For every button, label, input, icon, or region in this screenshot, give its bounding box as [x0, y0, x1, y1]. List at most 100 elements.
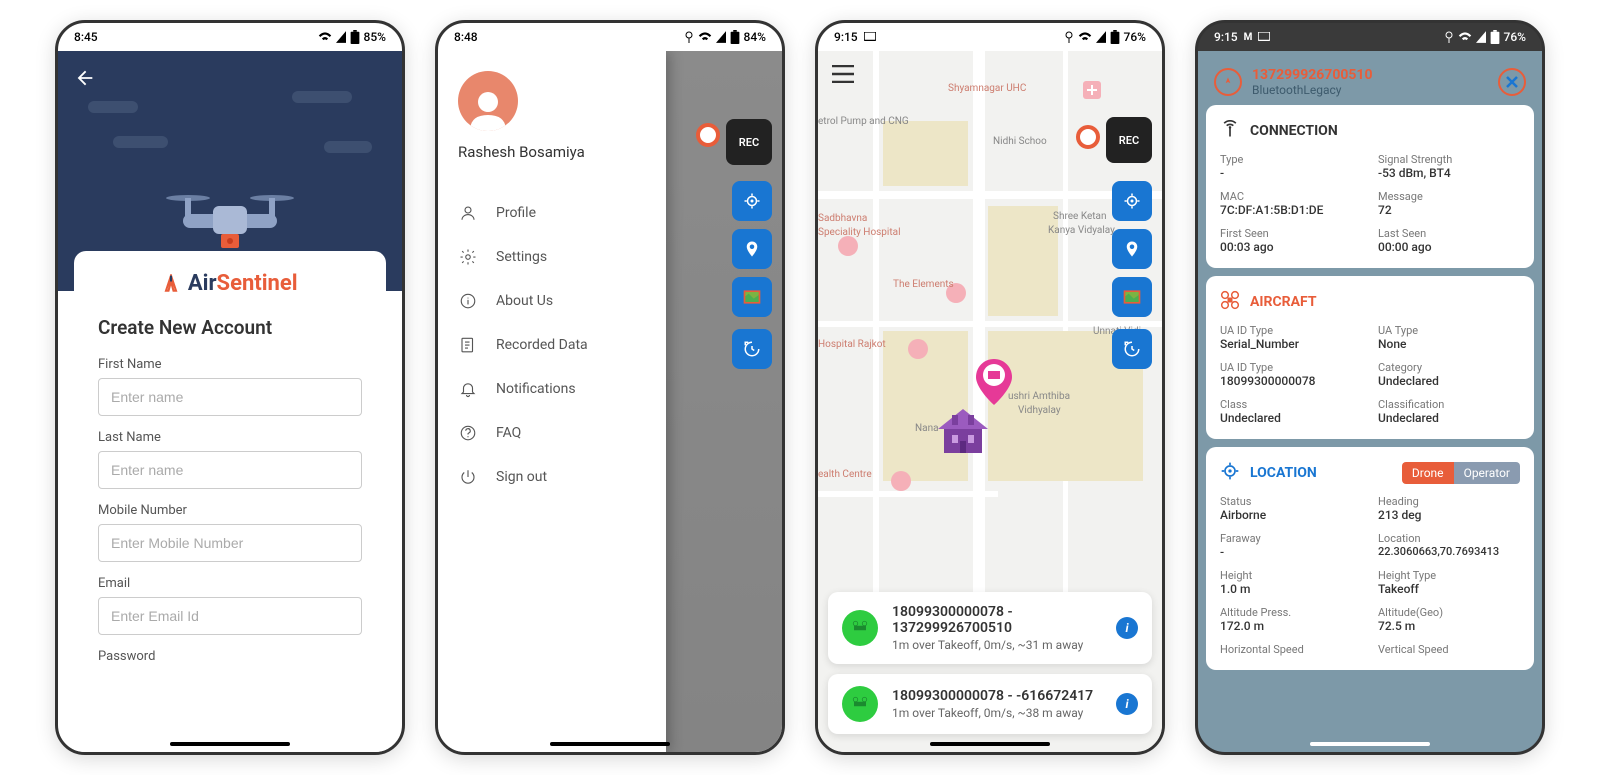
status-time: 9:15 — [834, 30, 858, 44]
email-input[interactable] — [98, 597, 362, 635]
status-time: 8:45 — [74, 30, 98, 44]
drone-card[interactable]: 18099300000078 - -616672417 1m over Take… — [828, 674, 1152, 734]
avatar[interactable] — [458, 71, 518, 131]
drone-map-pin-icon[interactable] — [976, 359, 1012, 405]
map-poi-label: Nidhi Schoo — [993, 136, 1047, 147]
menu-button[interactable] — [832, 65, 854, 87]
layers-button[interactable] — [732, 277, 772, 317]
map-poi-label: etrol Pump and CNG — [818, 116, 909, 127]
location-icon — [1064, 31, 1074, 43]
battery-icon — [1490, 30, 1500, 44]
location-icon — [684, 31, 694, 43]
drone-title: 137299926700510 — [892, 620, 1083, 636]
history-button[interactable] — [1112, 329, 1152, 369]
locate-button[interactable] — [732, 181, 772, 221]
pin-button[interactable] — [1112, 229, 1152, 269]
antenna-icon — [1220, 119, 1240, 143]
info-button[interactable]: i — [1116, 617, 1138, 639]
detail-header: 137299926700510 BluetoothLegacy — [1206, 59, 1534, 105]
menu-settings[interactable]: Settings — [458, 235, 646, 279]
drone-list: 18099300000078 - 137299926700510 1m over… — [828, 592, 1152, 734]
status-time: 9:15 — [1214, 30, 1238, 44]
password-label: Password — [98, 649, 362, 664]
drone-title: 18099300000078 - -616672417 — [892, 688, 1093, 704]
drone-status-icon — [842, 610, 878, 646]
drone-section-icon — [1220, 290, 1240, 314]
email-label: Email — [98, 576, 362, 591]
home-indicator[interactable] — [550, 742, 670, 746]
mobile-input[interactable] — [98, 524, 362, 562]
location-toggle: Drone Operator — [1402, 462, 1520, 484]
status-bar: 9:15 76% — [818, 23, 1162, 51]
toggle-drone[interactable]: Drone — [1402, 462, 1454, 484]
wifi-icon — [1078, 31, 1092, 43]
menu-about[interactable]: About Us — [458, 279, 646, 323]
first-name-input[interactable] — [98, 378, 362, 416]
drone-subtitle: 1m over Takeoff, 0m/s, ~31 m away — [892, 638, 1083, 652]
home-indicator[interactable] — [170, 742, 290, 746]
bell-icon — [458, 379, 478, 399]
navigation-drawer: Rashesh Bosamiya Profile Settings About … — [438, 51, 666, 752]
drone-card[interactable]: 18099300000078 - 137299926700510 1m over… — [828, 592, 1152, 664]
cast-icon — [1258, 32, 1270, 42]
map-poi-label: Shree Ketan — [1053, 211, 1107, 222]
toggle-operator[interactable]: Operator — [1454, 462, 1520, 484]
locate-button[interactable] — [1112, 181, 1152, 221]
status-right: 76% — [1064, 30, 1146, 44]
menu-profile[interactable]: Profile — [458, 191, 646, 235]
battery-icon — [1110, 30, 1120, 44]
menu-recorded[interactable]: Recorded Data — [458, 323, 646, 367]
map-poi-label: Hospital Rajkot — [818, 339, 886, 350]
home-indicator[interactable] — [1310, 742, 1430, 746]
map-poi-label: Sadbhavna — [818, 213, 867, 224]
document-icon — [458, 335, 478, 355]
signal-icon — [716, 31, 726, 43]
menu-faq[interactable]: FAQ — [458, 411, 646, 455]
status-time: 8:48 — [454, 30, 478, 44]
home-indicator[interactable] — [930, 742, 1050, 746]
signal-icon — [336, 31, 346, 43]
back-icon[interactable] — [74, 67, 96, 93]
last-name-input[interactable] — [98, 451, 362, 489]
map-phone: 9:15 76% Shyamnagar UH — [815, 20, 1165, 755]
menu-notifications[interactable]: Notifications — [458, 367, 646, 411]
signup-phone: 8:45 85% — [55, 20, 405, 755]
aircraft-section: AIRCRAFT UA ID TypeSerial_Number UA Type… — [1206, 276, 1534, 439]
close-button[interactable] — [1498, 68, 1526, 96]
building-icon — [938, 409, 988, 453]
section-title: CONNECTION — [1250, 123, 1338, 139]
location-icon — [1444, 31, 1454, 43]
layers-button[interactable] — [1112, 277, 1152, 317]
drone-subtitle: 1m over Takeoff, 0m/s, ~38 m away — [892, 706, 1093, 720]
signal-icon — [1096, 31, 1106, 43]
rec-button[interactable]: REC — [726, 119, 772, 165]
detail-title: 137299926700510 — [1252, 67, 1372, 83]
wifi-icon — [698, 31, 712, 43]
rec-indicator-icon — [696, 123, 720, 147]
signal-icon — [1476, 31, 1486, 43]
mobile-label: Mobile Number — [98, 503, 362, 518]
rec-button[interactable]: REC — [1106, 117, 1152, 163]
menu-signout[interactable]: Sign out — [458, 455, 646, 499]
pin-button[interactable] — [732, 229, 772, 269]
question-icon — [458, 423, 478, 443]
status-right: 84% — [684, 30, 766, 44]
section-title: AIRCRAFT — [1250, 294, 1317, 310]
map-poi-label: Speciality Hospital — [818, 227, 901, 238]
drawer-phone: 8:48 84% REC Rashesh Bosamiya Profile — [435, 20, 785, 755]
info-button[interactable]: i — [1116, 693, 1138, 715]
section-title: LOCATION — [1250, 465, 1317, 481]
battery-icon — [350, 30, 360, 44]
status-right: 85% — [318, 30, 386, 44]
battery-icon — [730, 30, 740, 44]
connection-section: CONNECTION Type- Signal Strength-53 dBm,… — [1206, 105, 1534, 268]
history-button[interactable] — [732, 329, 772, 369]
detail-body[interactable]: 137299926700510 BluetoothLegacy CONNECTI… — [1198, 51, 1542, 752]
detail-phone: 9:15 M 76% 137299926700510 BluetoothLega… — [1195, 20, 1545, 755]
last-name-label: Last Name — [98, 430, 362, 445]
status-bar: 8:45 85% — [58, 23, 402, 51]
hospital-icon — [1083, 81, 1101, 99]
map-poi-label: Vidhyalay — [1018, 405, 1061, 416]
drone-status-icon — [842, 686, 878, 722]
target-icon — [1220, 461, 1240, 485]
